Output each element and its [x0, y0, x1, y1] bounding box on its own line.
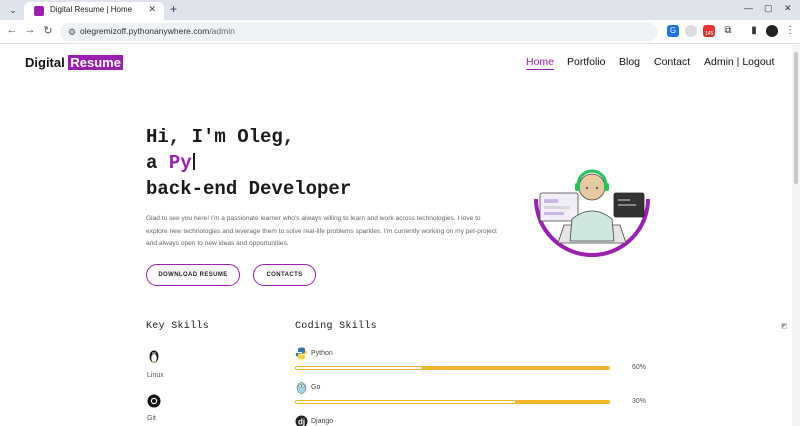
- python-progress-bar: [295, 366, 610, 370]
- window-close-button[interactable]: ✕: [784, 3, 792, 14]
- nav-home[interactable]: Home: [526, 56, 555, 70]
- django-icon: dj: [295, 415, 308, 426]
- download-resume-button[interactable]: DOWNLOAD RESUME: [146, 264, 240, 286]
- extension-circle-icon[interactable]: [685, 25, 697, 37]
- skill-python-label: Python: [311, 350, 333, 357]
- python-percent: 60%: [632, 364, 647, 371]
- side-feedback-icon[interactable]: ◩: [781, 322, 791, 330]
- nav-blog[interactable]: Blog: [619, 56, 640, 68]
- skill-git-label: Git: [147, 415, 156, 422]
- nav-contact[interactable]: Contact: [654, 56, 690, 68]
- intro-paragraph: Glad to see you here! I'm a passionate l…: [146, 215, 497, 247]
- go-gopher-icon: [296, 382, 307, 394]
- translate-icon[interactable]: G: [667, 25, 679, 37]
- window-maximize-button[interactable]: ▢: [764, 3, 773, 14]
- back-arrow-icon[interactable]: ←: [4, 24, 20, 36]
- browser-tab-active[interactable]: Digital Resume | Home ✕: [24, 2, 164, 20]
- tab-title: Digital Resume | Home: [50, 5, 133, 14]
- hero-greeting: Hi, I'm Oleg,: [146, 126, 295, 148]
- reload-icon[interactable]: ↻: [40, 24, 56, 37]
- extension-badge: 145: [704, 31, 715, 37]
- profile-avatar-icon[interactable]: [766, 25, 778, 37]
- nav-portfolio[interactable]: Portfolio: [567, 56, 606, 68]
- skill-django-label: Django: [311, 418, 334, 425]
- typing-cursor: [192, 153, 195, 170]
- key-skills-title: Key Skills: [146, 321, 210, 332]
- python-icon: [295, 347, 308, 360]
- new-tab-button[interactable]: +: [170, 2, 177, 16]
- page-content: Digital Resume Home Portfolio Blog Conta…: [0, 45, 792, 426]
- coding-skills-title: Coding Skills: [295, 321, 377, 332]
- browser-tabstrip: ⌄ Digital Resume | Home ✕ + — ▢ ✕: [0, 0, 800, 20]
- linux-icon: [149, 350, 159, 363]
- window-minimize-button[interactable]: —: [744, 3, 753, 13]
- github-icon: [147, 394, 161, 408]
- svg-text:dj: dj: [298, 418, 305, 426]
- hero-typing-line: a Py: [146, 152, 195, 174]
- tab-search-chevron-icon[interactable]: ⌄: [6, 3, 20, 17]
- site-info-icon[interactable]: ⚙: [66, 26, 78, 38]
- address-bar[interactable]: ⚙ olegremizoff.pythonanywhere.com/admin: [60, 23, 658, 41]
- tab-favicon-icon: [34, 6, 44, 16]
- developer-avatar-illustration: [534, 169, 650, 257]
- go-progress-bar: [295, 400, 610, 404]
- browser-toolbar: ← → ↻ ⚙ olegremizoff.pythonanywhere.com/…: [0, 20, 800, 44]
- contacts-button[interactable]: CONTACTS: [253, 264, 316, 286]
- go-progress-fill: [515, 401, 609, 403]
- go-percent: 30%: [632, 398, 647, 405]
- site-logo[interactable]: Digital Resume: [25, 55, 123, 70]
- nav-admin-logout[interactable]: Admin | Logout: [704, 56, 774, 68]
- address-url[interactable]: olegremizoff.pythonanywhere.com/admin: [80, 26, 235, 36]
- hero-role: back-end Developer: [146, 178, 352, 200]
- side-panel-icon[interactable]: ▮: [748, 25, 760, 37]
- skill-linux-label: Linux: [147, 372, 164, 379]
- skill-go-label: Go: [311, 384, 321, 391]
- extensions-puzzle-icon[interactable]: ⧉: [722, 25, 734, 37]
- tab-close-icon[interactable]: ✕: [148, 4, 156, 15]
- browser-menu-icon[interactable]: ⋮: [784, 25, 796, 37]
- python-progress-fill: [421, 367, 609, 369]
- page-scrollbar-thumb[interactable]: [794, 52, 798, 184]
- forward-arrow-icon[interactable]: →: [22, 24, 38, 36]
